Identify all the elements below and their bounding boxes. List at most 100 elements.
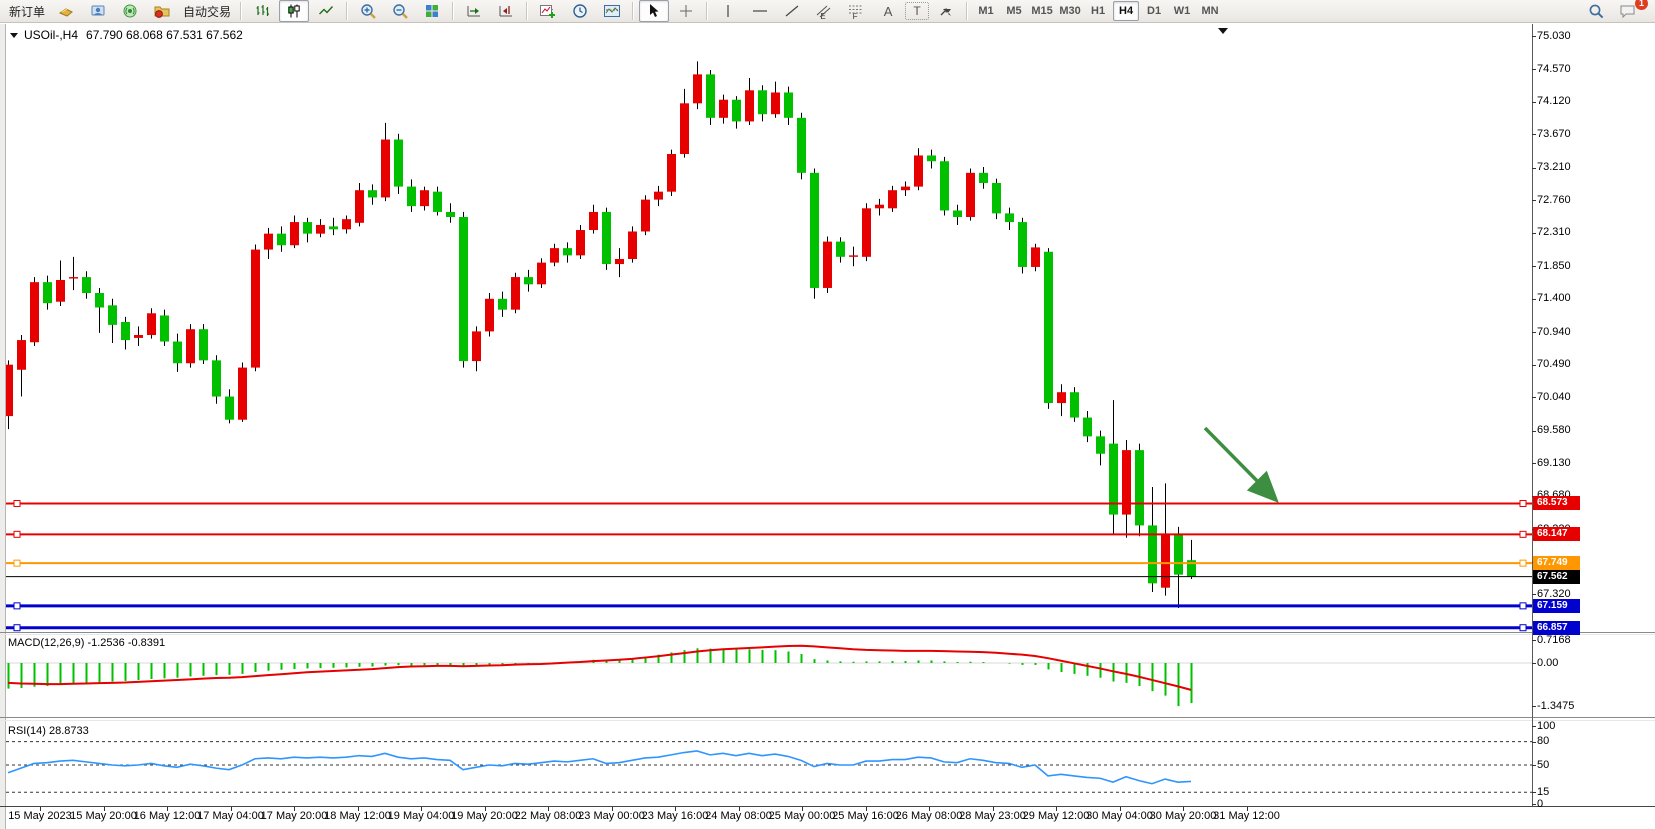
rsi-axis-tick xyxy=(1532,792,1536,793)
separator xyxy=(452,2,454,20)
separator xyxy=(240,2,242,20)
time-axis-tick xyxy=(675,807,676,811)
macd-canvas[interactable] xyxy=(6,634,1532,712)
signal-icon[interactable] xyxy=(115,0,145,22)
rsi-axis-label: 50 xyxy=(1537,759,1549,771)
chart-shift-marker-icon[interactable] xyxy=(1218,28,1228,34)
price-axis-label: 74.120 xyxy=(1537,95,1571,107)
price-axis-border xyxy=(1532,24,1533,806)
price-axis-label: 73.670 xyxy=(1537,128,1571,140)
time-axis-tick xyxy=(104,807,105,811)
horizontal-line-tool-icon[interactable] xyxy=(745,0,775,22)
macd-label: MACD(12,26,9) -1.2536 -0.8391 xyxy=(8,637,165,649)
price-axis-label: 71.850 xyxy=(1537,260,1571,272)
pane-separator-light xyxy=(0,720,1655,721)
rsi-label: RSI(14) 28.8733 xyxy=(8,725,89,737)
templates-icon[interactable] xyxy=(597,0,627,22)
rsi-line xyxy=(8,751,1191,784)
price-axis-label: 70.040 xyxy=(1537,391,1571,403)
candlestick-chart-type-icon[interactable] xyxy=(279,0,309,22)
separator xyxy=(706,2,708,20)
rsi-axis-tick xyxy=(1532,726,1536,727)
timeframe-d1[interactable]: D1 xyxy=(1141,1,1167,21)
collapse-triangle-icon[interactable] xyxy=(10,33,18,38)
time-axis-tick xyxy=(612,807,613,811)
auto-trading-button[interactable]: 自动交易 xyxy=(179,0,235,22)
price-axis-label: 69.130 xyxy=(1537,457,1571,469)
toolbar: 新订单 自动交易 xyxy=(0,0,1655,23)
expert-advisor-icon[interactable] xyxy=(83,0,113,22)
arrows-tool-icon[interactable] xyxy=(931,0,961,22)
timeframe-group: M1M5M15M30H1H4D1W1MN xyxy=(972,1,1224,21)
timeframe-m30[interactable]: M30 xyxy=(1057,1,1083,21)
indicators-icon[interactable] xyxy=(533,0,563,22)
chart-shift-icon[interactable] xyxy=(491,0,521,22)
pane-separator[interactable] xyxy=(0,632,1655,633)
time-axis-tick xyxy=(802,807,803,811)
price-axis-tick xyxy=(1532,431,1536,432)
macd-axis-tick xyxy=(1532,640,1536,641)
price-axis-tick xyxy=(1532,69,1536,70)
autotrading-icon[interactable] xyxy=(147,0,177,22)
trendline-tool-icon[interactable] xyxy=(777,0,807,22)
timeframe-m5[interactable]: M5 xyxy=(1001,1,1027,21)
text-tool-icon[interactable]: A xyxy=(873,0,903,22)
price-chart-canvas[interactable] xyxy=(6,24,1532,633)
timeframe-mn[interactable]: MN xyxy=(1197,1,1223,21)
timeframe-m1[interactable]: M1 xyxy=(973,1,999,21)
rsi-axis-label: 0 xyxy=(1537,798,1543,810)
fibonacci-tool-icon[interactable]: F xyxy=(841,0,871,22)
crosshair-tool-icon[interactable] xyxy=(671,0,701,22)
periods-icon[interactable] xyxy=(565,0,595,22)
equidistant-channel-tool-icon[interactable]: E xyxy=(809,0,839,22)
timeframe-h4[interactable]: H4 xyxy=(1113,1,1139,21)
down-arrow-annotation[interactable] xyxy=(1205,428,1274,498)
price-axis-label: 72.310 xyxy=(1537,226,1571,238)
price-axis-tick xyxy=(1532,365,1536,366)
cursor-tool-icon[interactable] xyxy=(639,0,669,22)
text-label-tool-icon[interactable]: T xyxy=(905,2,929,20)
notifications-icon[interactable]: 1 xyxy=(1613,0,1643,22)
hline-68.147 xyxy=(6,531,1532,537)
price-tag-68.147: 68.147 xyxy=(1533,527,1580,541)
time-axis-tick xyxy=(294,807,295,811)
hline-66.857 xyxy=(6,625,1532,631)
separator xyxy=(346,2,348,20)
tile-windows-icon[interactable] xyxy=(417,0,447,22)
time-axis-tick xyxy=(993,807,994,811)
price-axis-tick xyxy=(1532,102,1536,103)
time-axis-tick xyxy=(231,807,232,811)
zoom-out-icon[interactable] xyxy=(385,0,415,22)
search-icon[interactable] xyxy=(1581,0,1611,22)
price-axis-tick xyxy=(1532,397,1536,398)
time-axis-tick xyxy=(167,807,168,811)
price-axis-label: 70.490 xyxy=(1537,358,1571,370)
macd-axis-tick xyxy=(1532,706,1536,707)
price-axis-tick xyxy=(1532,463,1536,464)
timeframe-w1[interactable]: W1 xyxy=(1169,1,1195,21)
symbol-period-label: USOil-,H4 xyxy=(24,28,78,42)
timeframe-m15[interactable]: M15 xyxy=(1029,1,1055,21)
price-tag-67.159: 67.159 xyxy=(1533,599,1580,613)
time-axis-tick xyxy=(866,807,867,811)
time-axis-tick xyxy=(1120,807,1121,811)
price-tag-68.573: 68.573 xyxy=(1533,496,1580,510)
line-chart-type-icon[interactable] xyxy=(311,0,341,22)
time-axis-tick xyxy=(1183,807,1184,811)
rsi-canvas[interactable] xyxy=(6,723,1532,806)
pane-separator[interactable] xyxy=(0,717,1655,718)
price-axis-tick xyxy=(1532,332,1536,333)
auto-scroll-icon[interactable] xyxy=(459,0,489,22)
bar-chart-type-icon[interactable] xyxy=(247,0,277,22)
zoom-in-icon[interactable] xyxy=(353,0,383,22)
timeframe-h1[interactable]: H1 xyxy=(1085,1,1111,21)
rsi-axis-tick xyxy=(1532,804,1536,805)
notification-badge: 1 xyxy=(1635,0,1648,10)
new-order-button[interactable]: 新订单 xyxy=(5,0,49,22)
time-axis-tick xyxy=(40,807,41,811)
gold-icon[interactable] xyxy=(51,0,81,22)
vertical-line-tool-icon[interactable] xyxy=(713,0,743,22)
price-axis-label: 72.760 xyxy=(1537,194,1571,206)
time-axis-tick xyxy=(1056,807,1057,811)
price-axis-label: 75.030 xyxy=(1537,30,1571,42)
